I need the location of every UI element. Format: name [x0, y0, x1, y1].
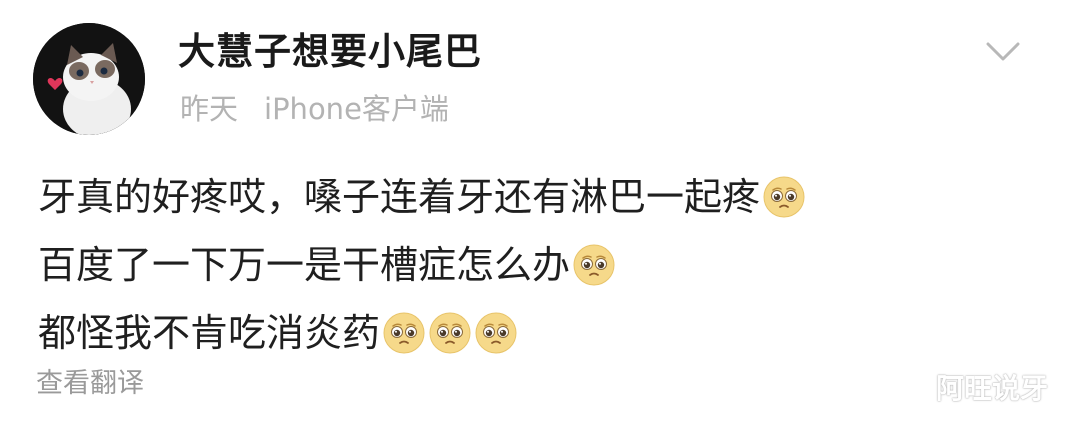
- pleading-face-emoji-icon: [572, 243, 616, 287]
- post-line-text: 都怪我不肯吃消炎药: [38, 311, 381, 355]
- post-content: 牙真的好疼哎，嗓子连着牙还有淋巴一起疼 百度了一下万一是干槽症怎么办 都怪我不肯…: [38, 163, 1038, 367]
- weibo-post: 大慧子想要小尾巴 昨天 iPhone客户端 牙真的好疼哎，嗓子连着牙还有淋巴一起疼…: [0, 0, 1070, 425]
- post-line-text: 牙真的好疼哎，嗓子连着牙还有淋巴一起疼: [38, 175, 761, 219]
- post-time: 昨天: [180, 92, 239, 126]
- username[interactable]: 大慧子想要小尾巴: [178, 28, 482, 76]
- translate-link[interactable]: 查看翻译: [36, 366, 144, 402]
- post-line: 百度了一下万一是干槽症怎么办: [38, 231, 1038, 299]
- watermark: 阿旺说牙: [936, 372, 1049, 405]
- pleading-face-emoji-icon: [382, 311, 426, 355]
- post-line-text: 百度了一下万一是干槽症怎么办: [38, 243, 571, 287]
- pleading-face-emoji-icon: [762, 175, 806, 219]
- post-meta: 昨天 iPhone客户端: [180, 90, 449, 128]
- post-source[interactable]: iPhone客户端: [264, 92, 449, 126]
- pleading-face-emoji-icon: [428, 311, 472, 355]
- post-line: 都怪我不肯吃消炎药: [38, 299, 1038, 367]
- pleading-face-emoji-icon: [474, 311, 518, 355]
- chevron-down-icon[interactable]: [985, 40, 1021, 64]
- post-line: 牙真的好疼哎，嗓子连着牙还有淋巴一起疼: [38, 163, 1038, 231]
- cat-avatar-image: [33, 23, 145, 135]
- avatar[interactable]: [33, 23, 145, 135]
